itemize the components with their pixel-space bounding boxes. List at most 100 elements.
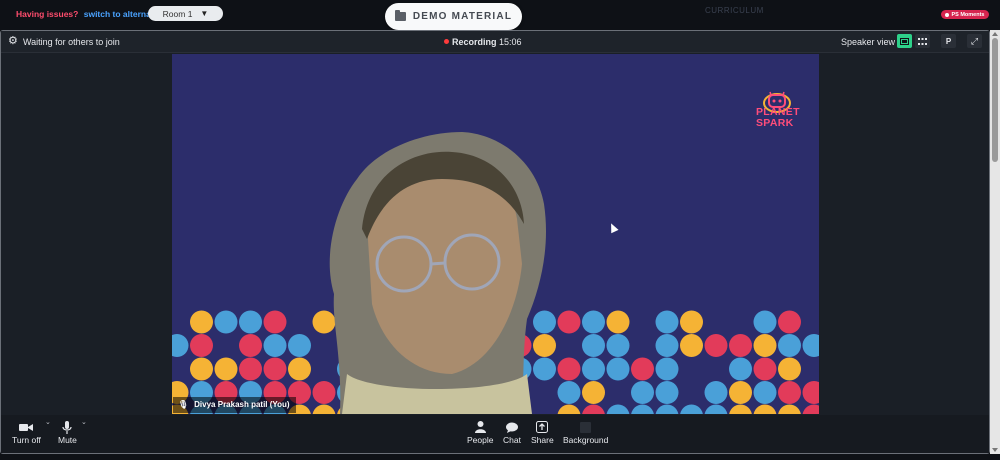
- scroll-up-arrow-icon[interactable]: [992, 32, 998, 36]
- ps-moments-label: PS Moments: [951, 11, 985, 18]
- background-dot: [263, 334, 287, 357]
- background-dot: [582, 404, 605, 414]
- settings-gear-icon[interactable]: ⚙: [8, 36, 18, 47]
- background-dot: [778, 381, 801, 404]
- caret-down-icon: ▼: [200, 9, 209, 18]
- demo-material-button[interactable]: DEMO MATERIAL: [385, 3, 522, 30]
- background-dot: [288, 334, 311, 357]
- background-dot: [533, 334, 556, 357]
- background-dot: [582, 357, 605, 381]
- demo-material-label: DEMO MATERIAL: [412, 11, 513, 22]
- background-dot: [753, 381, 777, 404]
- mic-icon: 🎙︎: [178, 400, 189, 409]
- chat-icon: [505, 419, 518, 435]
- microphone-icon: [62, 419, 73, 435]
- background-dot: [606, 334, 630, 357]
- mute-button[interactable]: Mute ⌄: [58, 419, 87, 445]
- recording-time: 15:06: [499, 37, 522, 47]
- background-dot: [557, 310, 581, 334]
- planet-spark-wordmark: PLANET SPARK: [756, 107, 800, 129]
- background-dot: [655, 404, 679, 414]
- chat-label: Chat: [503, 435, 521, 445]
- camera-toggle-button[interactable]: Turn off ⌄: [12, 419, 51, 445]
- background-dot: [239, 357, 262, 381]
- background-dot: [631, 357, 654, 381]
- grid-view-button[interactable]: [915, 34, 930, 48]
- share-button[interactable]: Share: [531, 419, 554, 445]
- video-background: [172, 132, 819, 414]
- background-button[interactable]: Background: [563, 419, 608, 445]
- background-dot: [631, 381, 654, 404]
- room-select[interactable]: Room 1 ▼: [148, 6, 223, 21]
- people-icon: [474, 419, 486, 435]
- background-dot: [753, 357, 777, 381]
- background-label: Background: [563, 435, 609, 445]
- meeting-window: ⚙ Waiting for others to join Recording 1…: [0, 30, 990, 454]
- control-bar: Turn off ⌄ Mute ⌄ People Chat Share Back…: [1, 415, 989, 453]
- background-dot: [704, 334, 728, 357]
- background-icon: [580, 419, 592, 435]
- mute-label: Mute: [58, 435, 77, 445]
- background-dot: [239, 310, 262, 334]
- share-label: Share: [531, 435, 554, 445]
- background-dot: [312, 404, 336, 414]
- participant-name: Divya Prakash patil (You): [194, 400, 290, 409]
- background-dot: [557, 381, 581, 404]
- background-dot: [753, 404, 777, 414]
- background-dot: [729, 334, 752, 357]
- background-dot: [729, 357, 752, 381]
- background-dot: [606, 357, 630, 381]
- background-dot: [778, 310, 801, 334]
- background-dot: [704, 381, 728, 404]
- chat-button[interactable]: Chat: [503, 419, 521, 445]
- curriculum-label[interactable]: CURRICULUM: [705, 6, 764, 15]
- background-dot: [680, 404, 703, 414]
- chevron-down-icon[interactable]: ⌄: [81, 418, 87, 426]
- background-dot: [533, 310, 556, 334]
- background-dot: [778, 357, 801, 381]
- page-scrollbar[interactable]: [990, 30, 1000, 454]
- background-dot: [557, 404, 581, 414]
- speaker-view-button[interactable]: [897, 34, 912, 48]
- fullscreen-icon[interactable]: ⤢: [967, 34, 982, 48]
- video-feed: PLANET SPARK 🎙︎ Divya Prakash patil (You…: [172, 54, 819, 414]
- background-dot: [778, 334, 801, 357]
- top-strip: Having issues? switch to alternate room …: [0, 0, 1000, 30]
- background-dot: [729, 404, 752, 414]
- participant-figure: [329, 132, 547, 414]
- background-dot: [214, 357, 238, 381]
- people-label: People: [467, 435, 494, 445]
- share-icon: [536, 419, 549, 435]
- background-dot: [190, 334, 213, 357]
- people-button[interactable]: People: [467, 419, 493, 445]
- grid-layout-icon: [918, 37, 927, 45]
- speaker-view-label: Speaker view: [841, 37, 896, 47]
- background-dot: [655, 310, 679, 334]
- chevron-down-icon[interactable]: ⌄: [45, 418, 51, 426]
- background-dot: [631, 404, 654, 414]
- folder-icon: [394, 10, 406, 21]
- background-dot: [263, 310, 287, 334]
- scrollbar-thumb[interactable]: [992, 38, 998, 162]
- turn-off-label: Turn off: [12, 435, 41, 445]
- background-dot: [239, 334, 262, 357]
- background-dot: [802, 404, 819, 414]
- background-dot: [312, 310, 336, 334]
- background-dot: [655, 334, 679, 357]
- background-dot: [557, 357, 581, 381]
- background-dot: [190, 310, 213, 334]
- background-dot: [680, 310, 703, 334]
- background-dot: [778, 404, 801, 414]
- ps-moments-icon: [945, 12, 950, 17]
- background-dot: [802, 381, 819, 404]
- scroll-down-arrow-icon[interactable]: [992, 448, 998, 452]
- waiting-status: Waiting for others to join: [23, 37, 120, 47]
- ps-moments-button[interactable]: PS Moments: [941, 10, 989, 19]
- participant-avatar-button[interactable]: P: [941, 34, 956, 48]
- background-dot: [680, 334, 703, 357]
- recording-dot-icon: [444, 39, 449, 44]
- background-dot: [288, 357, 311, 381]
- room-select-value: Room 1: [162, 8, 193, 19]
- issues-label: Having issues?: [16, 9, 79, 19]
- logo-line-2: SPARK: [756, 117, 794, 129]
